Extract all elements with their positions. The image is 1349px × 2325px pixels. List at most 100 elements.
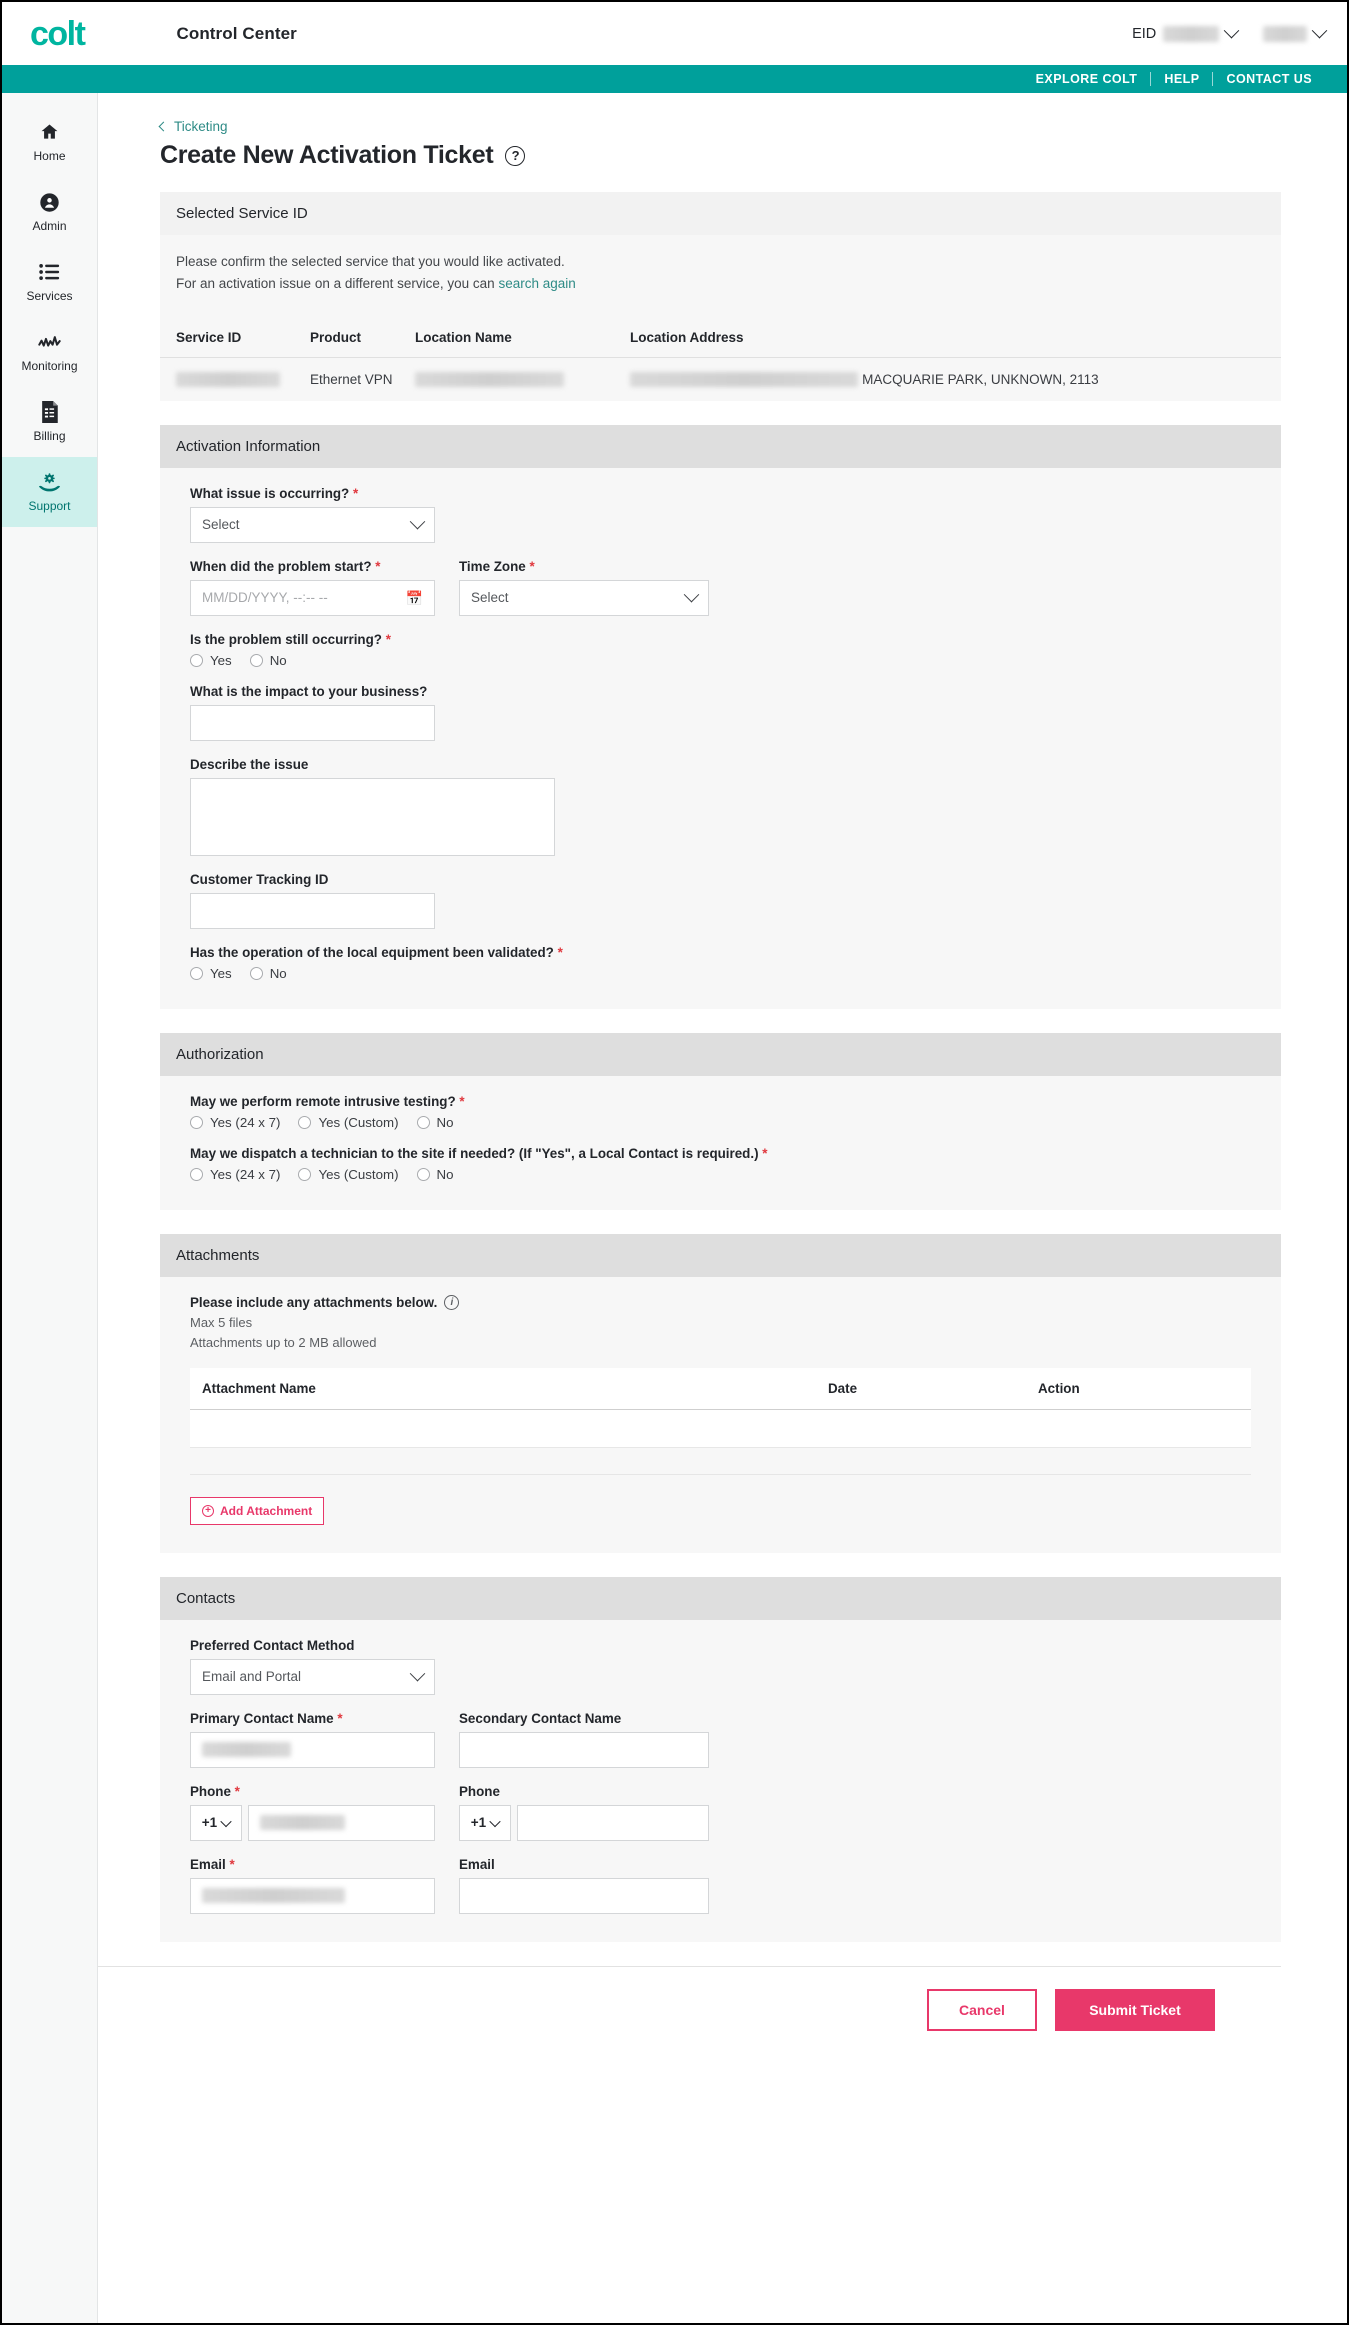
breadcrumb-label: Ticketing — [174, 119, 228, 134]
sidebar-item-label: Admin — [32, 219, 67, 233]
impact-input[interactable] — [190, 704, 435, 741]
activation-body: What issue is occurring? * Select When d… — [160, 468, 1281, 1009]
dispatch-label-text: May we dispatch a technician to the site… — [190, 1145, 759, 1161]
nav-contact-us[interactable]: CONTACT US — [1213, 72, 1325, 86]
radio-dispatch-yes-24x7[interactable]: Yes (24 x 7) — [190, 1167, 280, 1182]
radio-intrusive-yes-custom[interactable]: Yes (Custom) — [298, 1115, 399, 1130]
nav-explore-colt[interactable]: EXPLORE COLT — [1023, 72, 1151, 86]
radio-dispatch-no[interactable]: No — [416, 1166, 454, 1182]
selected-service-panel: Selected Service ID Please confirm the s… — [160, 192, 1281, 401]
problem-start-label: When did the problem start? * — [190, 559, 435, 574]
primary-phone-country-code[interactable]: +1 — [190, 1804, 242, 1841]
issue-label-text: What issue is occurring? — [190, 485, 350, 501]
secondary-phone-group: Phone +1 — [459, 1784, 709, 1841]
sidebar-item-monitoring[interactable]: Monitoring — [2, 317, 97, 387]
cancel-button[interactable]: Cancel — [927, 1988, 1037, 2031]
chevron-down-icon — [1311, 22, 1328, 39]
radio-still-occurring-no[interactable]: No — [249, 652, 287, 668]
table-header-row: Service ID Product Location Name Locatio… — [160, 317, 1281, 358]
selected-service-note: Please confirm the selected service that… — [160, 235, 1281, 318]
note-line-2-prefix: For an activation issue on a different s… — [176, 276, 499, 292]
preferred-contact-method-label: Preferred Contact Method — [190, 1637, 355, 1653]
info-icon[interactable]: i — [444, 1294, 460, 1310]
sidebar-item-billing[interactable]: Billing — [2, 387, 97, 457]
eid-label: EID — [1132, 25, 1157, 42]
radio-circle-icon — [249, 653, 263, 667]
column-header-service-id: Service ID — [160, 317, 310, 358]
form-footer: Cancel Submit Ticket — [98, 1965, 1281, 2057]
radio-validated-yes[interactable]: Yes — [190, 966, 232, 981]
sidebar-item-support[interactable]: Support — [2, 457, 97, 527]
radio-validated-no[interactable]: No — [249, 965, 287, 981]
activity-icon — [38, 331, 61, 353]
location-address-visible: MACQUARIE PARK, UNKNOWN, 2113 — [862, 371, 1099, 387]
radio-label: No — [269, 965, 287, 981]
sidebar-item-admin[interactable]: Admin — [2, 177, 97, 247]
radio-label: No — [269, 652, 287, 668]
radio-label: No — [436, 1166, 454, 1182]
add-attachment-button[interactable]: + Add Attachment — [190, 1496, 325, 1525]
radio-circle-icon — [249, 966, 263, 980]
sidebar-item-services[interactable]: Services — [2, 247, 97, 317]
problem-start-input[interactable]: MM/DD/YYYY, --:-- -- 📅 — [190, 579, 435, 616]
search-again-link[interactable]: search again — [498, 276, 575, 291]
preferred-contact-method-select[interactable]: Email and Portal — [190, 1658, 435, 1695]
radio-label: Yes — [210, 965, 232, 981]
timezone-select-value: Select — [471, 590, 509, 606]
timezone-select[interactable]: Select — [459, 579, 709, 616]
issue-select[interactable]: Select — [190, 506, 435, 543]
secondary-email-label: Email — [459, 1856, 495, 1872]
breadcrumb[interactable]: Ticketing — [158, 119, 1281, 134]
attachments-instruction: Please include any attachments below. i — [190, 1294, 1251, 1310]
tracking-id-label: Customer Tracking ID — [190, 871, 329, 887]
sidebar-item-label: Home — [33, 149, 66, 163]
radio-label: Yes (24 x 7) — [210, 1166, 281, 1182]
primary-contact-name-label-text: Primary Contact Name — [190, 1710, 334, 1726]
intrusive-testing-radio-group: Yes (24 x 7) Yes (Custom) No — [190, 1115, 1251, 1130]
column-header-product: Product — [310, 317, 415, 358]
secondary-phone-input[interactable] — [517, 1804, 709, 1841]
calendar-icon[interactable]: 📅 — [406, 591, 423, 605]
secondary-email-group: Email — [459, 1857, 709, 1914]
help-icon[interactable]: ? — [505, 145, 526, 166]
tracking-id-input[interactable] — [190, 892, 435, 929]
note-line-1: Please confirm the selected service that… — [176, 254, 565, 269]
secondary-email-input[interactable] — [459, 1877, 709, 1914]
colt-logo[interactable]: colt — [30, 17, 86, 51]
primary-contact-name-input[interactable]: Prasad Vemuri — [190, 1731, 435, 1768]
page-title-text: Create New Activation Ticket — [160, 141, 494, 169]
nav-help[interactable]: HELP — [1151, 72, 1212, 86]
main-content: Ticketing Create New Activation Ticket ?… — [98, 93, 1347, 2323]
primary-email-label: Email * — [190, 1857, 435, 1872]
issue-label: What issue is occurring? * — [190, 486, 1251, 501]
radio-label: Yes (24 x 7) — [210, 1114, 281, 1130]
describe-textarea[interactable] — [190, 777, 555, 856]
primary-email-input[interactable]: prasad.vemuri@colt.net — [190, 1877, 435, 1914]
radio-intrusive-no[interactable]: No — [416, 1115, 454, 1130]
eid-selector[interactable]: EID 1182316 — [1132, 22, 1239, 42]
account-menu[interactable]: prasad — [1262, 22, 1328, 42]
secondary-phone-country-code[interactable]: +1 — [459, 1804, 511, 1841]
authorization-panel: Authorization May we perform remote intr… — [160, 1032, 1281, 1210]
primary-phone-input[interactable]: (354) 535-359 — [248, 1804, 435, 1841]
primary-contact-name-value: Prasad Vemuri — [202, 1742, 291, 1758]
radio-dispatch-yes-custom[interactable]: Yes (Custom) — [298, 1167, 399, 1182]
submit-ticket-button[interactable]: Submit Ticket — [1055, 1988, 1215, 2031]
radio-still-occurring-yes[interactable]: Yes — [190, 653, 232, 668]
validated-label: Has the operation of the local equipment… — [190, 945, 1251, 960]
column-header-location-name: Location Name — [415, 317, 630, 358]
utility-nav: EXPLORE COLT HELP CONTACT US — [2, 65, 1347, 93]
radio-intrusive-yes-24x7[interactable]: Yes (24 x 7) — [190, 1115, 280, 1130]
sidebar-item-home[interactable]: Home — [2, 107, 97, 177]
required-marker: * — [557, 944, 563, 960]
required-marker: * — [762, 1145, 768, 1161]
app-window: colt Control Center EID 1182316 prasad E… — [0, 0, 1349, 2325]
cell-empty — [190, 1409, 816, 1448]
secondary-contact-name-input[interactable] — [459, 1731, 709, 1768]
attachments-body: Please include any attachments below. i … — [160, 1277, 1281, 1553]
body-wrapper: Home Admin Services Monitoring Billing S… — [2, 93, 1347, 2323]
